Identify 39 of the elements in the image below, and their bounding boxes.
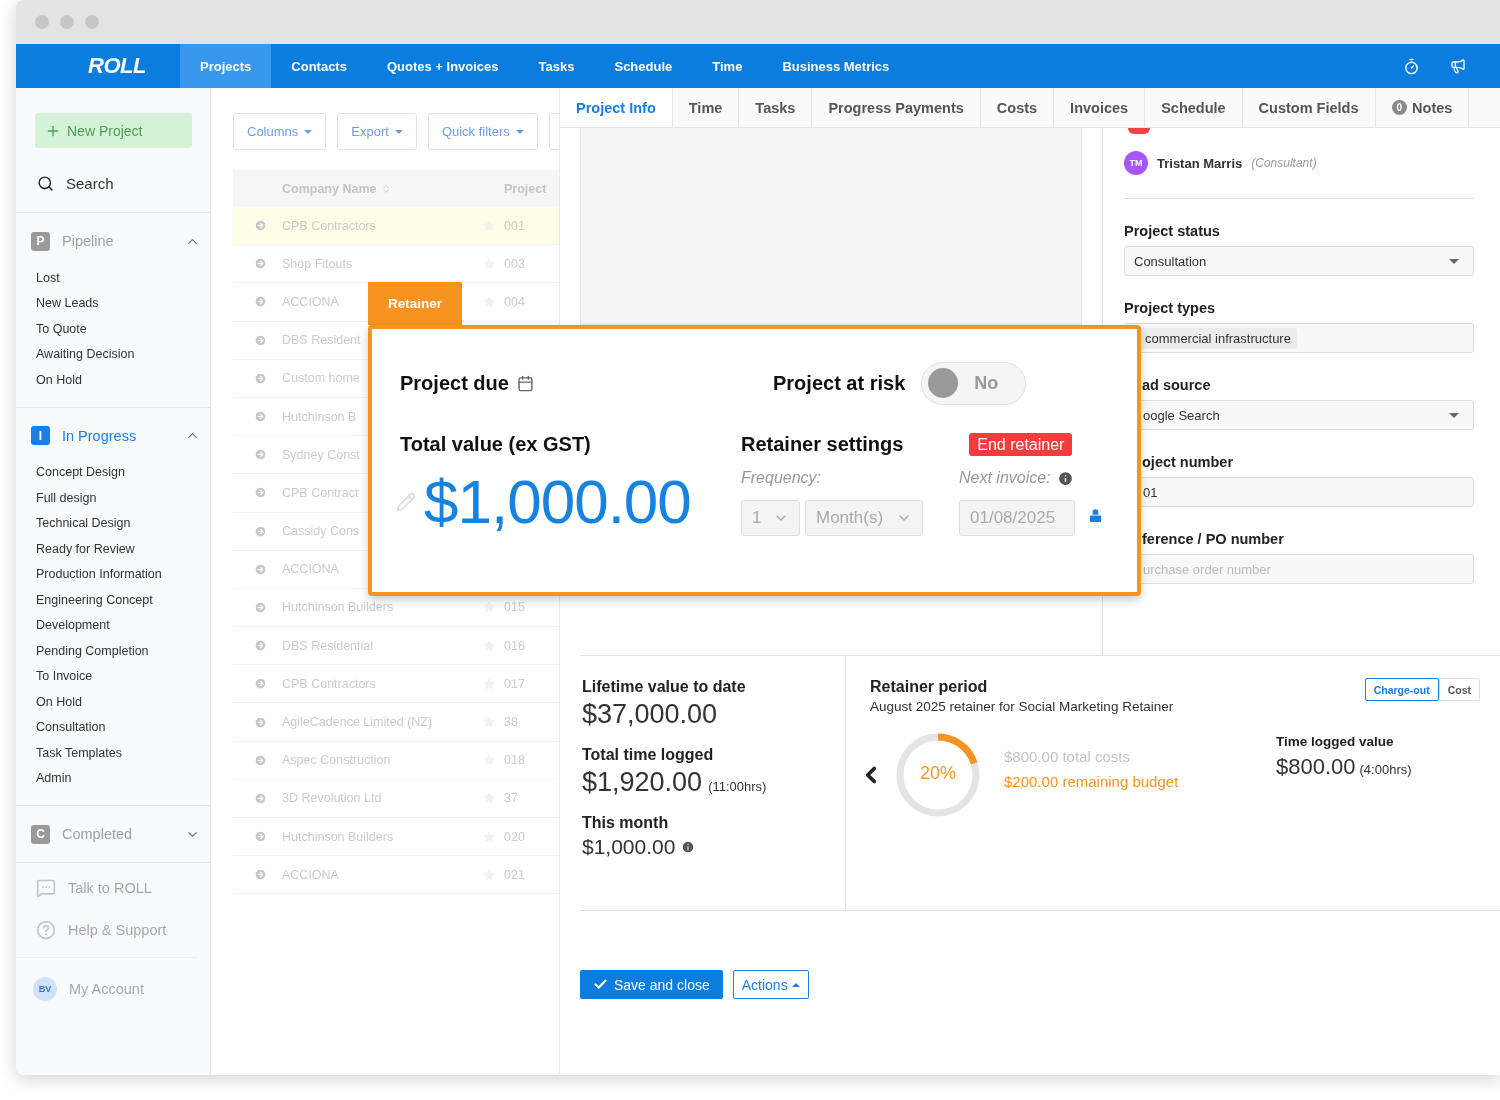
stat-label: This month bbox=[582, 814, 670, 832]
time-logged-label: Time logged value bbox=[1276, 734, 1395, 749]
budget-percent: 20% bbox=[919, 763, 957, 784]
group-label: Pipeline bbox=[62, 233, 115, 249]
stat-label: Lifetime value to date bbox=[582, 678, 747, 696]
group-label: In Progress bbox=[62, 427, 138, 444]
group-badge: C bbox=[31, 824, 50, 844]
stat-value: $1,000.00 bbox=[582, 835, 676, 859]
field-label: Frequency: bbox=[741, 468, 823, 488]
stat-label: Total time logged bbox=[582, 746, 715, 764]
field-label: oject number bbox=[1141, 454, 1235, 470]
total-costs: $800.00 total costs bbox=[1004, 748, 1131, 765]
avatar: BV bbox=[33, 977, 57, 1001]
section-title: Retainer period bbox=[870, 678, 989, 696]
field-label: Total value (ex GST) bbox=[400, 433, 591, 455]
field-label: Project due bbox=[400, 371, 509, 395]
field-label: ference / PO number bbox=[1141, 531, 1285, 547]
time-logged-hours: (4:00hrs) bbox=[1359, 762, 1412, 777]
stat-value: $37,000.00 bbox=[582, 699, 718, 730]
stat-note: (11:00hrs) bbox=[708, 779, 767, 794]
person-name: Tristan Marris bbox=[1157, 156, 1243, 171]
time-logged-value: $800.00 bbox=[1276, 754, 1356, 780]
group-label: Completed bbox=[62, 826, 134, 842]
stat-value: $1,920.00 bbox=[582, 767, 703, 798]
count-badge: 0 bbox=[1391, 100, 1408, 115]
field-label: Project types bbox=[1124, 300, 1217, 316]
field-label: Project at risk bbox=[773, 371, 906, 395]
group-badge: I bbox=[31, 426, 50, 445]
person-role: (Consultant) bbox=[1251, 156, 1317, 170]
logo: ROLL bbox=[87, 53, 146, 79]
group-badge: P bbox=[31, 231, 50, 251]
avatar: TM bbox=[1124, 151, 1148, 175]
section-subtitle: August 2025 retainer for Social Marketing Retainer bbox=[870, 699, 1174, 714]
field-label: Next invoice: bbox=[959, 468, 1109, 488]
field-label: Retainer settings bbox=[741, 433, 904, 456]
field-label: ad source bbox=[1141, 377, 1212, 393]
remaining-budget: $200.00 remaining budget bbox=[1004, 773, 1180, 790]
field-label: Project status bbox=[1124, 223, 1221, 239]
total-value: $1,000.00 bbox=[424, 466, 691, 537]
